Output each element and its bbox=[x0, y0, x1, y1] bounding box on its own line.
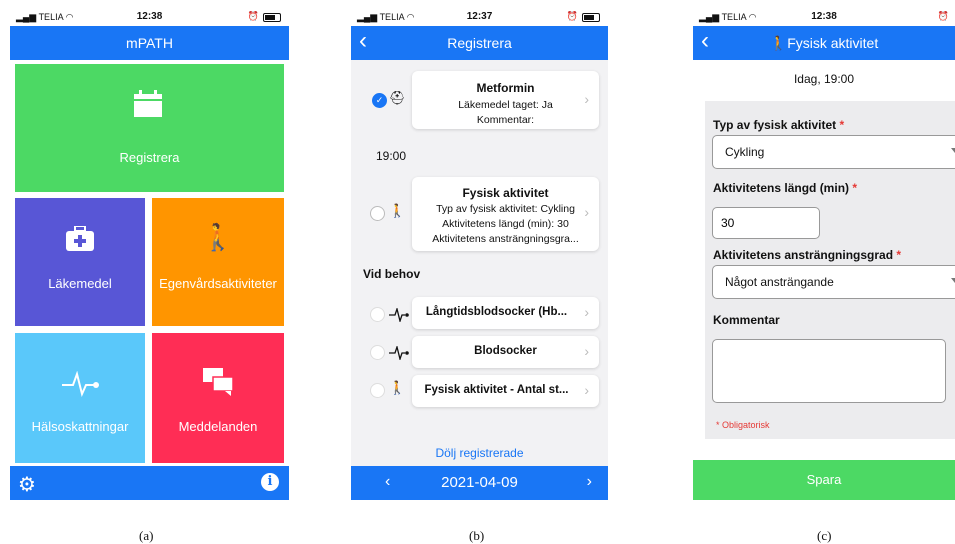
field-label-length: Aktivitetens längd (min) * bbox=[713, 181, 858, 195]
walking-icon: 🚶 bbox=[389, 203, 406, 218]
alarm-icon: ⏰ bbox=[937, 11, 949, 21]
item-title: Blodsocker bbox=[474, 345, 537, 357]
on-demand-check[interactable] bbox=[370, 383, 385, 398]
walking-icon: 🚶 bbox=[769, 35, 788, 51]
battery-icon bbox=[582, 13, 600, 22]
tile-label: Hälsoskattningar bbox=[31, 419, 129, 434]
current-date: 2021-04-09 bbox=[441, 474, 518, 491]
chat-icon bbox=[203, 368, 234, 396]
nav-bar: mPATH bbox=[10, 26, 289, 60]
phone-register-screen: ▂▄▆ TELIA ◠ 12:37 ⏰ ‹ Registrera ✓ ⛑ Met… bbox=[351, 8, 608, 500]
walking-icon: 🚶 bbox=[389, 380, 406, 395]
caption-c: (c) bbox=[817, 528, 832, 543]
chevron-right-icon: › bbox=[584, 343, 589, 359]
chevron-right-icon: › bbox=[584, 91, 589, 107]
entry-check-fysisk[interactable] bbox=[370, 206, 385, 221]
entry-line: Typ av fysisk aktivitet: Cykling bbox=[436, 203, 575, 215]
bottom-bar: ⚙ i bbox=[10, 466, 289, 500]
comment-textarea[interactable] bbox=[712, 339, 946, 403]
next-day-button[interactable]: › bbox=[587, 473, 592, 491]
on-demand-item-fysisk-antal[interactable]: Fysisk aktivitet - Antal st... › bbox=[412, 375, 599, 407]
info-icon[interactable]: i bbox=[261, 473, 279, 491]
entry-line: Aktivitetens längd (min): 30 bbox=[442, 218, 569, 230]
entry-line: Aktivitetens ansträngningsgra... bbox=[432, 233, 579, 245]
field-label-type: Typ av fysisk aktivitet * bbox=[713, 118, 845, 132]
tile-meddelanden[interactable]: Meddelanden bbox=[152, 333, 284, 463]
activity-length-input[interactable] bbox=[712, 207, 820, 239]
save-button[interactable]: Spara bbox=[693, 460, 955, 500]
entry-line: Läkemedel taget: Ja bbox=[458, 99, 553, 111]
entry-title: Fysisk aktivitet bbox=[462, 186, 549, 200]
tile-label: Registrera bbox=[119, 150, 180, 165]
field-label-effort: Aktivitetens ansträngningsgrad * bbox=[713, 248, 902, 262]
effort-select[interactable]: Något ansträngande bbox=[712, 265, 955, 299]
caption-b: (b) bbox=[469, 528, 485, 543]
on-demand-item-blodsocker[interactable]: Blodsocker › bbox=[412, 336, 599, 368]
tile-egenvardsaktiviteter[interactable]: 🚶 Egenvårdsaktiviteter bbox=[152, 198, 284, 326]
date-navigator: ‹ 2021-04-09 › bbox=[351, 466, 608, 500]
calendar-icon bbox=[134, 90, 162, 117]
nav-bar: ‹ 🚶Fysisk aktivitet bbox=[693, 26, 955, 60]
tile-halsoskattningar[interactable]: Hälsoskattningar bbox=[15, 333, 145, 463]
chevron-right-icon: › bbox=[584, 304, 589, 320]
phone-home-screen: ▂▄▆ TELIA ◠ 12:38 ⏰ mPATH Registrera Läk… bbox=[10, 8, 289, 500]
walking-icon: 🚶 bbox=[201, 222, 235, 252]
alarm-icon: ⏰ bbox=[566, 11, 578, 21]
pulse-icon bbox=[389, 308, 409, 322]
gear-icon[interactable]: ⚙ bbox=[18, 472, 36, 497]
tile-label: Egenvårdsaktiviteter bbox=[159, 276, 277, 291]
alarm-icon: ⏰ bbox=[247, 11, 259, 21]
item-title: Långtidsblodsocker (Hb... bbox=[425, 306, 568, 318]
status-time: 12:38 bbox=[811, 11, 837, 22]
field-label-comment: Kommentar bbox=[713, 313, 780, 327]
caret-down-icon bbox=[951, 148, 955, 153]
chevron-right-icon: › bbox=[584, 204, 589, 220]
tile-label: Läkemedel bbox=[48, 276, 112, 291]
screen-title: 🚶Fysisk aktivitet bbox=[769, 35, 879, 51]
section-title: Vid behov bbox=[363, 267, 421, 281]
status-bar: ▂▄▆ TELIA ◠ 12:38 ⏰ bbox=[10, 8, 289, 26]
entry-line: Kommentar: bbox=[476, 114, 535, 126]
pulse-icon bbox=[389, 346, 409, 360]
medkit-icon bbox=[66, 226, 94, 251]
phone-physical-activity-form: ▂▄▆ TELIA ◠ 12:38 ⏰ ‹ 🚶Fysisk aktivitet … bbox=[693, 8, 955, 500]
entry-card-metformin[interactable]: Metformin Läkemedel taget: Ja Kommentar:… bbox=[412, 71, 599, 129]
medkit-icon: ⛑ bbox=[389, 90, 406, 105]
tile-lakemedel[interactable]: Läkemedel bbox=[15, 198, 145, 326]
status-bar: ▂▄▆ TELIA ◠ 12:38 ⏰ bbox=[693, 8, 955, 26]
app-title: mPATH bbox=[126, 35, 173, 51]
on-demand-item-hba1c[interactable]: Långtidsblodsocker (Hb... › bbox=[412, 297, 599, 329]
form-subtitle: Idag, 19:00 bbox=[793, 72, 855, 86]
required-note: * Obligatorisk bbox=[716, 420, 770, 430]
hide-registered-link[interactable]: Dölj registrerade bbox=[351, 446, 608, 460]
tile-registrera[interactable]: Registrera bbox=[15, 64, 284, 192]
chevron-right-icon: › bbox=[584, 382, 589, 398]
caret-down-icon bbox=[951, 278, 955, 283]
entry-card-fysisk[interactable]: Fysisk aktivitet Typ av fysisk aktivitet… bbox=[412, 177, 599, 251]
on-demand-check[interactable] bbox=[370, 345, 385, 360]
battery-icon bbox=[263, 13, 281, 22]
screen-title: Registrera bbox=[447, 35, 512, 51]
time-label: 19:00 bbox=[376, 149, 407, 163]
pulse-icon bbox=[62, 371, 99, 397]
item-title: Fysisk aktivitet - Antal st... bbox=[424, 384, 569, 396]
entry-check-metformin[interactable]: ✓ bbox=[372, 93, 387, 108]
status-bar: ▂▄▆ TELIA ◠ 12:37 ⏰ bbox=[351, 8, 608, 26]
on-demand-check[interactable] bbox=[370, 307, 385, 322]
nav-bar: ‹ Registrera bbox=[351, 26, 608, 60]
entry-title: Metformin bbox=[476, 81, 535, 95]
caption-a: (a) bbox=[139, 528, 154, 543]
tile-label: Meddelanden bbox=[178, 419, 258, 434]
activity-type-select[interactable]: Cykling bbox=[712, 135, 955, 169]
